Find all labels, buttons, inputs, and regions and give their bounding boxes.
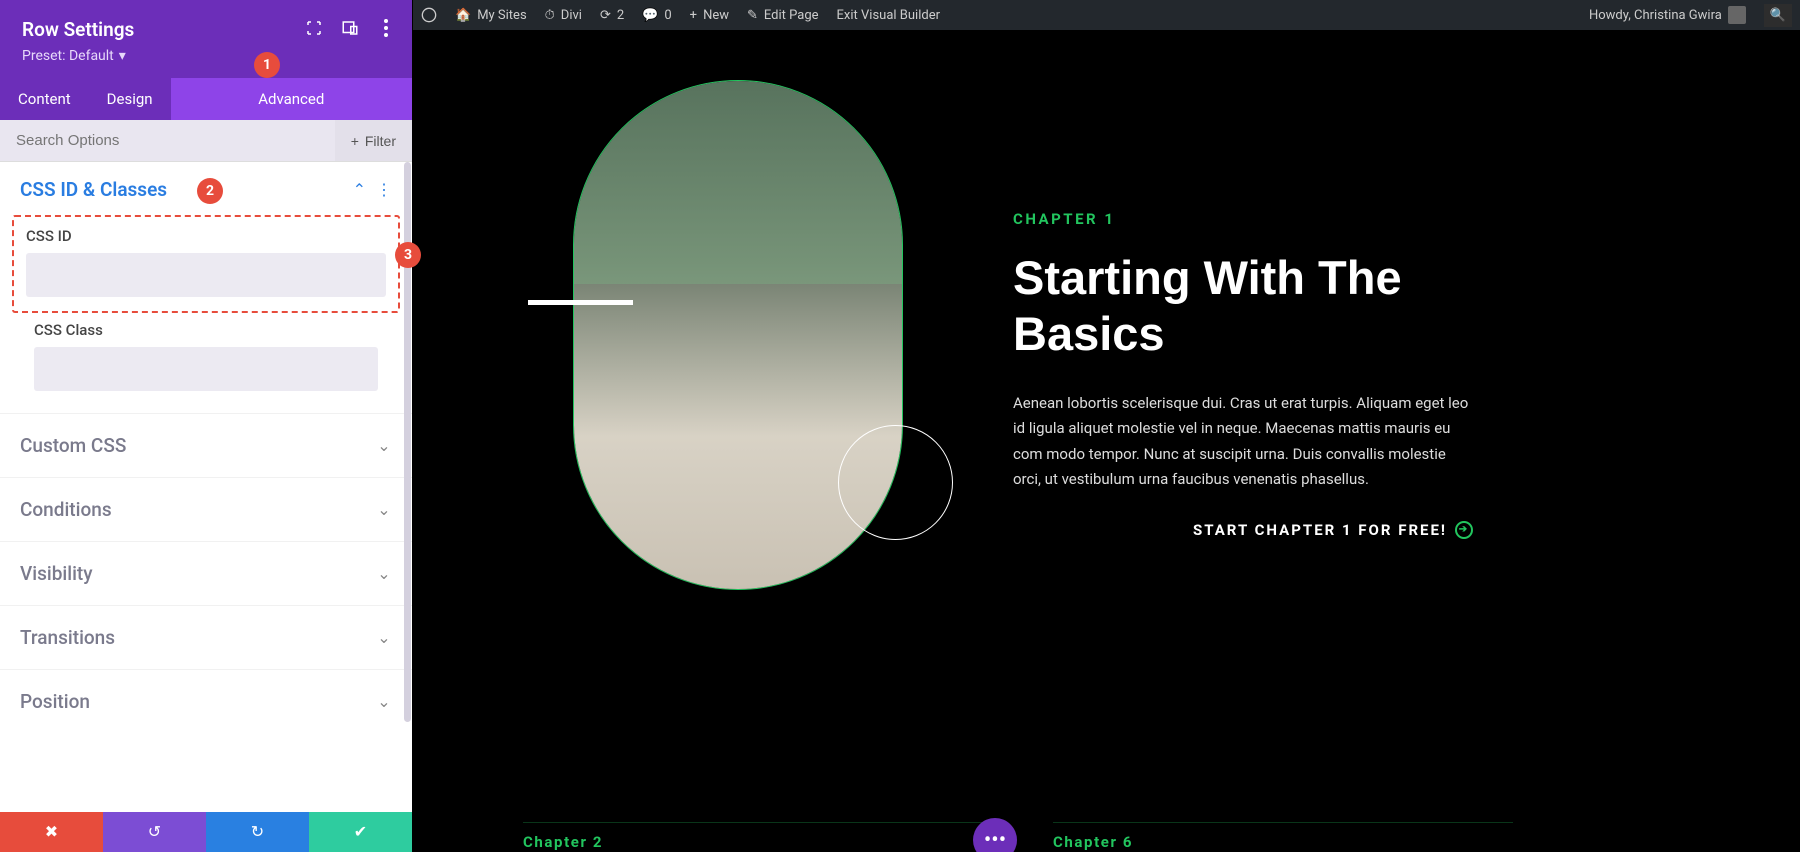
chevron-down-icon: ⌄ [376, 438, 392, 454]
cta-link[interactable]: START CHAPTER 1 FOR FREE! ➔ [1013, 521, 1473, 539]
panel-header: Row Settings Preset: Default ▾ [0, 0, 412, 78]
annotation-1: 1 [254, 52, 280, 78]
new-menu[interactable]: +New [690, 8, 729, 23]
my-sites[interactable]: 🏠My Sites [455, 8, 527, 23]
kebab-menu-icon[interactable] [376, 18, 396, 38]
scroll-area: CSS ID & Classes ⌃ ⋮ CSS ID CSS Class Cu… [0, 162, 412, 812]
admin-search[interactable]: 🔍 [1764, 4, 1792, 27]
chevron-down-icon: ▾ [119, 47, 126, 64]
filter-button[interactable]: + Filter [335, 120, 412, 161]
tab-design[interactable]: Design [89, 78, 171, 120]
wp-admin-bar: 🏠My Sites ⏱Divi ⟳2 💬0 +New ✎Edit Page Ex… [413, 0, 1800, 30]
exit-visual-builder[interactable]: Exit Visual Builder [837, 8, 940, 23]
action-bar: ✖ ↺ ↻ ✔ [0, 812, 412, 852]
section-title: CSS ID & Classes [20, 178, 167, 201]
chevron-down-icon: ⌄ [376, 630, 392, 646]
avatar [1728, 6, 1746, 24]
chevron-down-icon: ⌄ [376, 502, 392, 518]
css-id-input[interactable] [26, 253, 386, 297]
chevron-down-icon: ⌄ [376, 566, 392, 582]
edit-page[interactable]: ✎Edit Page [747, 8, 819, 23]
pencil-icon: ✎ [747, 8, 758, 23]
save-button[interactable]: ✔ [309, 812, 412, 852]
chevron-up-icon: ⌃ [353, 180, 366, 200]
settings-panel: Row Settings Preset: Default ▾ Content D… [0, 0, 412, 852]
css-class-label: CSS Class [34, 321, 378, 339]
chapter-label: CHAPTER 1 [1013, 210, 1473, 228]
check-icon: ✔ [354, 822, 367, 842]
section-position[interactable]: Position ⌄ [0, 669, 412, 733]
comment-icon: 💬 [642, 8, 658, 23]
annotation-3: 3 [395, 242, 421, 268]
cancel-button[interactable]: ✖ [0, 812, 103, 852]
preset-label: Preset: Default [22, 48, 114, 64]
home-icon: 🏠 [455, 8, 471, 23]
undo-icon: ↺ [148, 822, 161, 842]
tabs: Content Design Advanced [0, 78, 412, 120]
howdy-user[interactable]: Howdy, Christina Gwira [1589, 6, 1746, 24]
arrow-right-icon: ➔ [1455, 521, 1473, 539]
field-css-class: CSS Class [12, 315, 400, 411]
responsive-icon[interactable] [340, 18, 360, 38]
chevron-down-icon: ⌄ [376, 694, 392, 710]
close-icon: ✖ [45, 822, 58, 842]
tab-advanced[interactable]: Advanced [171, 78, 412, 120]
decorative-circle [838, 425, 953, 540]
dots-icon: ••• [984, 828, 1006, 852]
section-conditions[interactable]: Conditions ⌄ [0, 477, 412, 541]
cta-label: START CHAPTER 1 FOR FREE! [1193, 521, 1447, 539]
headline: Starting With The Basics [1013, 250, 1473, 363]
card-chapter-2[interactable]: Chapter 2 [523, 822, 983, 852]
gauge-icon: ⏱ [545, 8, 555, 23]
redo-button[interactable]: ↻ [206, 812, 309, 852]
expand-icon[interactable] [304, 18, 324, 38]
preset-dropdown[interactable]: Preset: Default ▾ [22, 47, 390, 64]
refresh-icon: ⟳ [600, 8, 611, 23]
plus-icon: + [351, 133, 359, 149]
undo-button[interactable]: ↺ [103, 812, 206, 852]
redo-icon: ↻ [251, 822, 264, 842]
site-divi[interactable]: ⏱Divi [545, 8, 582, 23]
preview-canvas: CHAPTER 1 Starting With The Basics Aenea… [413, 30, 1800, 852]
field-css-id: CSS ID [12, 215, 400, 313]
search-icon: 🔍 [1770, 8, 1786, 23]
cards-row: Chapter 2 Chapter 6 [523, 822, 1513, 852]
css-id-label: CSS ID [26, 227, 386, 245]
search-input[interactable] [0, 120, 335, 161]
annotation-2: 2 [197, 178, 223, 204]
content-column: CHAPTER 1 Starting With The Basics Aenea… [1013, 210, 1473, 539]
card-chapter-6[interactable]: Chapter 6 [1053, 822, 1513, 852]
search-row: + Filter [0, 120, 412, 162]
section-visibility[interactable]: Visibility ⌄ [0, 541, 412, 605]
decorative-line [528, 300, 633, 305]
plus-icon: + [690, 8, 697, 23]
comments[interactable]: 💬0 [642, 8, 672, 23]
section-custom-css[interactable]: Custom CSS ⌄ [0, 413, 412, 477]
updates[interactable]: ⟳2 [600, 8, 624, 23]
tab-content[interactable]: Content [0, 78, 89, 120]
kebab-icon[interactable]: ⋮ [376, 180, 392, 200]
section-transitions[interactable]: Transitions ⌄ [0, 605, 412, 669]
body-text: Aenean lobortis scelerisque dui. Cras ut… [1013, 391, 1473, 493]
css-class-input[interactable] [34, 347, 378, 391]
wp-logo[interactable] [421, 7, 437, 23]
filter-label: Filter [365, 133, 396, 149]
